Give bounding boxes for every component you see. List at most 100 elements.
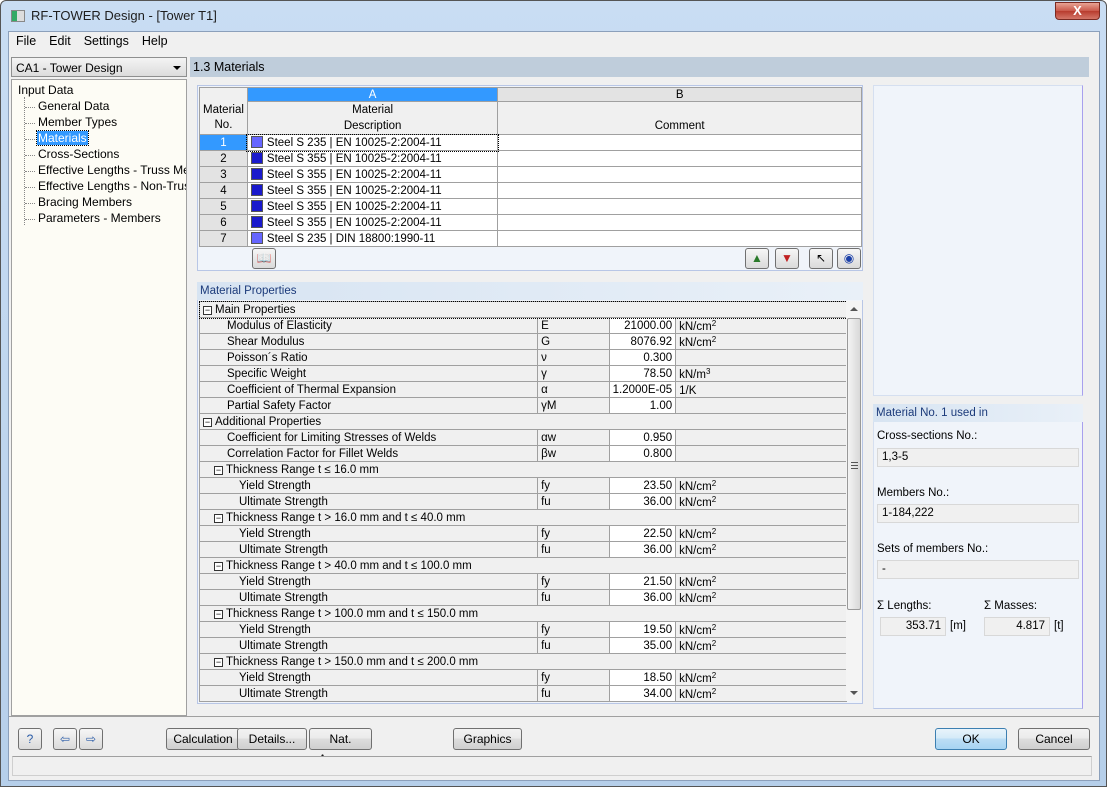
column-letter-b[interactable]: B xyxy=(497,87,862,102)
row-number[interactable]: 7 xyxy=(199,230,248,247)
property-row[interactable]: Specific Weight γ 78.50 kN/m3 xyxy=(198,365,847,382)
scroll-down-icon[interactable] xyxy=(850,691,858,695)
property-value[interactable]: 1.2000E-05 xyxy=(608,381,677,398)
material-description-cell[interactable]: Steel S 355 | EN 10025-2:2004-11 xyxy=(246,166,499,183)
comment-cell[interactable] xyxy=(497,166,862,183)
property-group-row[interactable]: − Main Properties xyxy=(198,300,848,319)
property-row[interactable]: Modulus of Elasticity E 21000.00 kN/cm2 xyxy=(198,317,847,334)
column-letter-a[interactable]: A xyxy=(246,87,499,102)
case-select[interactable]: CA1 - Tower Design xyxy=(11,57,187,77)
graphics-button[interactable]: Graphics xyxy=(453,728,522,750)
close-button[interactable]: X xyxy=(1055,2,1100,20)
material-library-button[interactable]: 📖 xyxy=(252,248,276,269)
tree-item-bracing-members[interactable]: Bracing Members xyxy=(37,195,133,209)
material-description-cell[interactable]: Steel S 355 | EN 10025-2:2004-11 xyxy=(246,182,499,199)
property-row[interactable]: Yield Strength fy 18.50 kN/cm2 xyxy=(198,669,847,686)
table-row[interactable]: 1 Steel S 235 | EN 10025-2:2004-11 xyxy=(199,133,862,152)
collapse-icon[interactable]: − xyxy=(214,561,223,571)
property-row[interactable]: Ultimate Strength fu 36.00 kN/cm2 xyxy=(198,589,847,606)
property-row[interactable]: Yield Strength fy 21.50 kN/cm2 xyxy=(198,573,847,590)
property-value[interactable]: 0.950 xyxy=(608,429,677,446)
property-value[interactable]: 23.50 xyxy=(608,477,677,494)
material-description-cell[interactable]: Steel S 235 | DIN 18800:1990-11 xyxy=(246,230,499,247)
cancel-button[interactable]: Cancel xyxy=(1018,728,1090,750)
property-row[interactable]: Correlation Factor for Fillet Welds βw 0.8… xyxy=(198,445,847,462)
property-group-row[interactable]: − Thickness Range t > 16.0 mm and t ≤ 40.… xyxy=(199,509,847,526)
property-value[interactable]: 18.50 xyxy=(608,669,677,686)
collapse-icon[interactable]: − xyxy=(203,305,212,315)
property-row[interactable]: Yield Strength fy 22.50 kN/cm2 xyxy=(198,525,847,542)
property-group-row[interactable]: − Thickness Range t > 100.0 mm and t ≤ 15… xyxy=(199,605,847,622)
property-group-row[interactable]: − Additional Properties xyxy=(199,413,847,430)
property-row[interactable]: Yield Strength fy 19.50 kN/cm2 xyxy=(198,621,847,638)
comment-cell[interactable] xyxy=(497,214,862,231)
property-row[interactable]: Ultimate Strength fu 35.00 kN/cm2 xyxy=(198,637,847,654)
table-row[interactable]: 4 Steel S 355 | EN 10025-2:2004-11 xyxy=(199,182,862,199)
tree-item-effective-lengths-truss-members[interactable]: Effective Lengths - Truss Members xyxy=(37,163,186,177)
row-number[interactable]: 2 xyxy=(199,150,248,167)
excel-export-button[interactable]: ▲ xyxy=(745,248,769,269)
pick-button[interactable]: ↖ xyxy=(809,248,833,269)
tree-item-cross-sections[interactable]: Cross-Sections xyxy=(37,147,120,161)
property-row[interactable]: Coefficient of Thermal Expansion α 1.2000E… xyxy=(198,381,847,398)
properties-vertical-scrollbar[interactable] xyxy=(846,301,862,701)
property-value[interactable]: 36.00 xyxy=(608,493,677,510)
property-value[interactable]: 21000.00 xyxy=(608,317,677,334)
property-value[interactable]: 36.00 xyxy=(608,541,677,558)
property-group-row[interactable]: − Thickness Range t > 40.0 mm and t ≤ 100… xyxy=(199,557,847,574)
property-value[interactable]: 34.00 xyxy=(608,685,677,702)
comment-cell[interactable] xyxy=(497,230,862,247)
property-row[interactable]: Poisson´s Ratio ν 0.300 xyxy=(198,349,847,366)
property-value[interactable]: 36.00 xyxy=(608,589,677,606)
tree-item-member-types[interactable]: Member Types xyxy=(37,115,118,129)
menu-help[interactable]: Help xyxy=(135,32,174,48)
property-value[interactable]: 1.00 xyxy=(608,397,677,414)
property-value[interactable]: 8076.92 xyxy=(608,333,677,350)
row-number[interactable]: 1 xyxy=(199,134,248,151)
menu-edit[interactable]: Edit xyxy=(42,32,77,48)
row-number[interactable]: 6 xyxy=(199,214,248,231)
ok-button[interactable]: OK xyxy=(935,728,1007,750)
property-row[interactable]: Shear Modulus G 8076.92 kN/cm2 xyxy=(198,333,847,350)
property-value[interactable]: 0.800 xyxy=(608,445,677,462)
nat-annex-button[interactable]: Nat. Annex... xyxy=(309,728,372,766)
scroll-up-icon[interactable] xyxy=(850,307,858,311)
table-row[interactable]: 5 Steel S 355 | EN 10025-2:2004-11 xyxy=(199,198,862,215)
tree-item-general-data[interactable]: General Data xyxy=(37,99,110,113)
property-group-row[interactable]: − Thickness Range t > 150.0 mm and t ≤ 20… xyxy=(199,653,847,670)
excel-import-button[interactable]: ▼ xyxy=(775,248,799,269)
tree-root-input-data[interactable]: Input Data xyxy=(18,83,73,97)
table-row[interactable]: 6 Steel S 355 | EN 10025-2:2004-11 xyxy=(199,214,862,231)
scroll-thumb[interactable] xyxy=(847,318,861,610)
menu-file[interactable]: File xyxy=(9,32,42,48)
material-description-cell[interactable]: Steel S 235 | EN 10025-2:2004-11 xyxy=(246,133,499,152)
property-row[interactable]: Yield Strength fy 23.50 kN/cm2 xyxy=(198,477,847,494)
table-row[interactable]: 3 Steel S 355 | EN 10025-2:2004-11 xyxy=(199,166,862,183)
previous-window-button[interactable]: ⇦ xyxy=(53,728,77,750)
property-value[interactable]: 21.50 xyxy=(608,573,677,590)
material-description-cell[interactable]: Steel S 355 | EN 10025-2:2004-11 xyxy=(246,198,499,215)
property-value[interactable]: 78.50 xyxy=(608,365,677,382)
menu-settings[interactable]: Settings xyxy=(77,32,135,48)
table-row[interactable]: 7 Steel S 235 | DIN 18800:1990-11 xyxy=(199,230,862,247)
collapse-icon[interactable]: − xyxy=(214,657,223,667)
material-description-cell[interactable]: Steel S 355 | EN 10025-2:2004-11 xyxy=(246,214,499,231)
row-number[interactable]: 4 xyxy=(199,182,248,199)
comment-cell[interactable] xyxy=(497,198,862,215)
property-value[interactable]: 35.00 xyxy=(608,637,677,654)
property-row[interactable]: Ultimate Strength fu 36.00 kN/cm2 xyxy=(198,493,847,510)
row-number[interactable]: 5 xyxy=(199,198,248,215)
property-row[interactable]: Ultimate Strength fu 34.00 kN/cm2 xyxy=(198,685,847,702)
property-value[interactable]: 0.300 xyxy=(608,349,677,366)
details-button[interactable]: Details... xyxy=(237,728,307,750)
property-value[interactable]: 19.50 xyxy=(608,621,677,638)
tree-item-effective-lengths-non-truss-members[interactable]: Effective Lengths - Non-Truss Members xyxy=(37,179,186,193)
collapse-icon[interactable]: − xyxy=(214,513,223,523)
property-row[interactable]: Ultimate Strength fu 36.00 kN/cm2 xyxy=(198,541,847,558)
view-button[interactable]: ◉ xyxy=(837,248,861,269)
collapse-icon[interactable]: − xyxy=(214,609,223,619)
property-group-row[interactable]: − Thickness Range t ≤ 16.0 mm xyxy=(199,461,847,478)
collapse-icon[interactable]: − xyxy=(214,465,223,475)
comment-cell[interactable] xyxy=(497,182,862,199)
comment-cell[interactable] xyxy=(497,134,862,151)
